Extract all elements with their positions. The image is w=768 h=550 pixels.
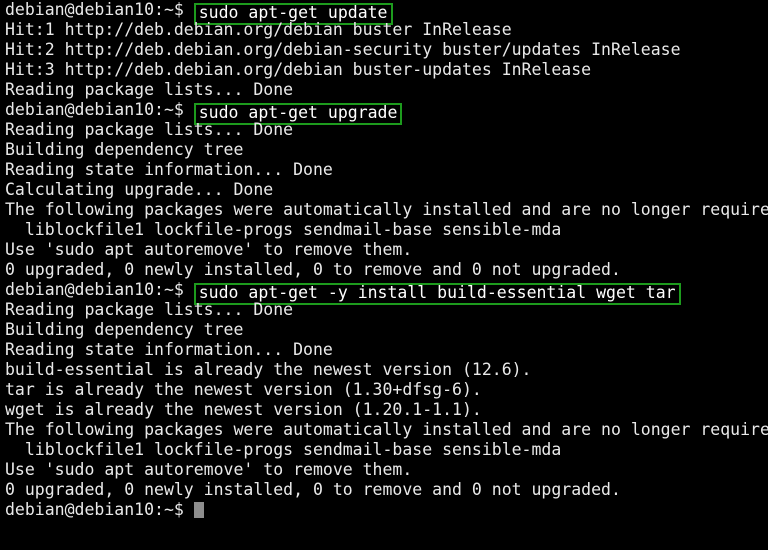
terminal-output-line: Use 'sudo apt autoremove' to remove them…	[5, 240, 768, 260]
output-text: Reading package lists... Done	[5, 80, 294, 99]
output-text: wget is already the newest version (1.20…	[5, 400, 482, 419]
terminal-screen[interactable]: debian@debian10:~$ sudo apt-get update Hi…	[5, 0, 768, 520]
terminal-output-line: Reading state information... Done	[5, 340, 768, 360]
output-text: Building dependency tree	[5, 140, 244, 159]
output-text: Hit:2 http://deb.debian.org/debian-secur…	[5, 40, 681, 59]
terminal-output-line: Reading package lists... Done	[5, 80, 768, 100]
text-cursor[interactable]	[193, 502, 204, 518]
output-text: Reading state information... Done	[5, 160, 333, 179]
output-text: tar is already the newest version (1.30+…	[5, 380, 482, 399]
terminal-output-line: Hit:3 http://deb.debian.org/debian buste…	[5, 60, 768, 80]
terminal-output-line: Hit:1 http://deb.debian.org/debian buste…	[5, 20, 768, 40]
terminal-output-line: liblockfile1 lockfile-progs sendmail-bas…	[5, 220, 768, 240]
shell-prompt: debian@debian10:~$	[5, 500, 194, 519]
output-text: Building dependency tree	[5, 320, 244, 339]
output-text: The following packages were automaticall…	[5, 420, 768, 439]
terminal-active-prompt-line: debian@debian10:~$	[5, 500, 768, 520]
terminal-window[interactable]: debian@debian10:~$ sudo apt-get update Hi…	[0, 0, 768, 550]
terminal-output-line: Use 'sudo apt autoremove' to remove them…	[5, 460, 768, 480]
output-text: liblockfile1 lockfile-progs sendmail-bas…	[5, 220, 562, 239]
terminal-output-line: The following packages were automaticall…	[5, 200, 768, 220]
terminal-command-line: debian@debian10:~$ sudo apt-get update	[5, 0, 768, 25]
terminal-output-line: wget is already the newest version (1.20…	[5, 400, 768, 420]
shell-prompt: debian@debian10:~$	[5, 100, 194, 119]
terminal-output-line: tar is already the newest version (1.30+…	[5, 380, 768, 400]
output-text: Reading state information... Done	[5, 340, 333, 359]
terminal-output-line: 0 upgraded, 0 newly installed, 0 to remo…	[5, 260, 768, 280]
terminal-output-line: build-essential is already the newest ve…	[5, 360, 768, 380]
terminal-output-line: 0 upgraded, 0 newly installed, 0 to remo…	[5, 480, 768, 500]
terminal-command-line: debian@debian10:~$ sudo apt-get -y insta…	[5, 280, 768, 305]
terminal-output-line: Reading state information... Done	[5, 160, 768, 180]
output-text: Hit:3 http://deb.debian.org/debian buste…	[5, 60, 592, 79]
terminal-output-line: Building dependency tree	[5, 320, 768, 340]
output-text: Reading package lists... Done	[5, 300, 294, 319]
output-text: Calculating upgrade... Done	[5, 180, 274, 199]
shell-prompt: debian@debian10:~$	[5, 280, 194, 299]
output-text: Hit:1 http://deb.debian.org/debian buste…	[5, 20, 512, 39]
output-text: build-essential is already the newest ve…	[5, 360, 532, 379]
output-text: 0 upgraded, 0 newly installed, 0 to remo…	[5, 480, 621, 499]
output-text: Use 'sudo apt autoremove' to remove them…	[5, 240, 413, 259]
terminal-output-line: Calculating upgrade... Done	[5, 180, 768, 200]
output-text: liblockfile1 lockfile-progs sendmail-bas…	[5, 440, 562, 459]
terminal-output-line: liblockfile1 lockfile-progs sendmail-bas…	[5, 440, 768, 460]
terminal-output-line: Building dependency tree	[5, 140, 768, 160]
output-text: The following packages were automaticall…	[5, 200, 768, 219]
shell-prompt: debian@debian10:~$	[5, 0, 194, 19]
terminal-output-line: Hit:2 http://deb.debian.org/debian-secur…	[5, 40, 768, 60]
output-text: Reading package lists... Done	[5, 120, 294, 139]
output-text: 0 upgraded, 0 newly installed, 0 to remo…	[5, 260, 621, 279]
terminal-output-line: The following packages were automaticall…	[5, 420, 768, 440]
terminal-command-line: debian@debian10:~$ sudo apt-get upgrade	[5, 100, 768, 125]
output-text: Use 'sudo apt autoremove' to remove them…	[5, 460, 413, 479]
